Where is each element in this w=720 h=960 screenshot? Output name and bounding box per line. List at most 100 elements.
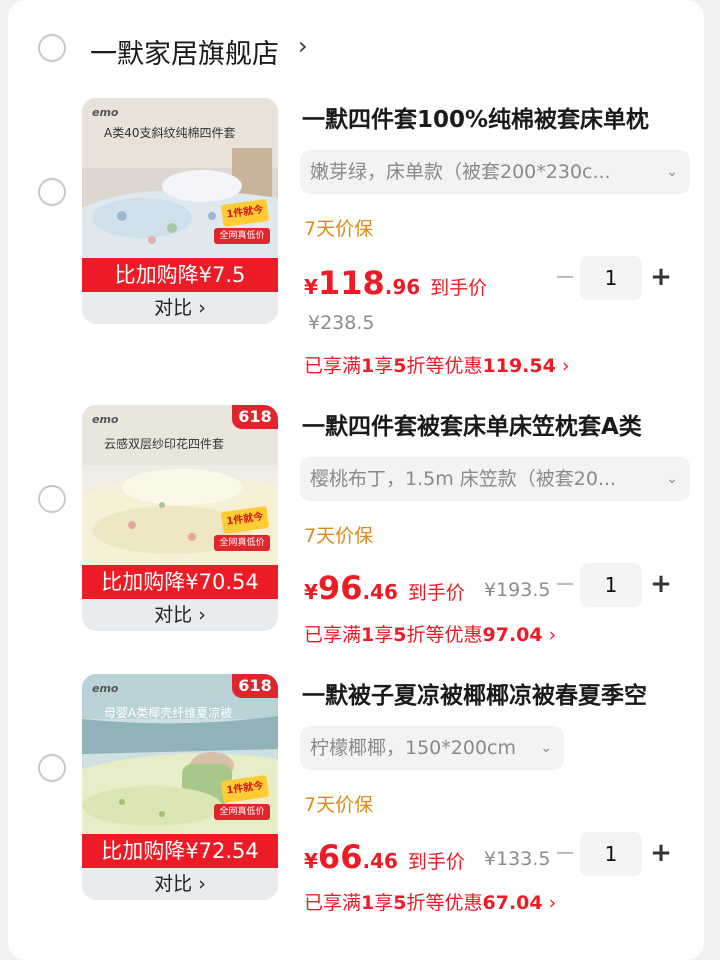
cart-store-card: 一默家居旗舰店 › emo A类40支斜纹纯棉四件套 1件就今天! 全网真低价 …: [8, 0, 704, 960]
image-caption: 云感双层纱印花四件套: [104, 437, 225, 451]
compare-button[interactable]: 对比 ›: [82, 868, 278, 900]
image-tag-lowprice: 全网真低价: [214, 535, 270, 551]
price-integer: 66: [317, 838, 363, 876]
discount-amount: 97.04: [482, 624, 543, 646]
final-price: ¥96.46 到手价: [304, 569, 465, 607]
chevron-right-icon[interactable]: ›: [298, 32, 308, 60]
plus-icon[interactable]: +: [648, 569, 674, 599]
price-decimal: .96: [384, 275, 421, 299]
store-select-radio[interactable]: [38, 34, 66, 62]
promo-price-drop: 比加购降¥7.5: [82, 258, 278, 292]
compare-button[interactable]: 对比 ›: [82, 599, 278, 631]
final-price-label: 到手价: [430, 277, 488, 299]
discount-num2: 5: [393, 892, 407, 914]
currency-symbol: ¥: [304, 849, 318, 873]
product-thumbnail[interactable]: emo 618 母婴A类椰壳纤维夏凉被 1件就今天! 全网真低价 比加购降¥72…: [82, 674, 278, 900]
price-decimal: .46: [362, 580, 398, 604]
badge-618: 618: [232, 674, 278, 698]
price-guarantee-tag[interactable]: 7天价保: [304, 214, 373, 241]
final-price-label: 到手价: [407, 851, 465, 873]
item-select-radio[interactable]: [38, 754, 66, 782]
product-thumbnail[interactable]: emo 618 云感双层纱印花四件套 1件就今天! 全网真低价 比加购降¥70.…: [82, 405, 278, 631]
chevron-down-icon: ⌄: [666, 164, 678, 180]
image-caption: 母婴A类椰壳纤维夏凉被: [104, 706, 233, 720]
quantity-value[interactable]: 1: [580, 832, 642, 876]
discount-mid1: 享: [374, 355, 394, 377]
chevron-right-icon: ›: [561, 355, 570, 377]
discount-num1: 1: [361, 624, 375, 646]
discount-amount: 67.04: [482, 892, 543, 914]
brand-logo: emo: [92, 682, 119, 695]
discount-mid1: 享: [374, 624, 394, 646]
price-integer: 118: [317, 264, 385, 302]
currency-symbol: ¥: [304, 580, 318, 604]
image-tag-lowprice: 全网真低价: [214, 804, 270, 820]
store-name[interactable]: 一默家居旗舰店: [90, 32, 279, 71]
discount-info[interactable]: 已享满1享5折等优惠67.04 ›: [304, 888, 556, 915]
final-price: ¥66.46 到手价: [304, 838, 465, 876]
discount-prefix: 已享满: [304, 892, 362, 914]
discount-info[interactable]: 已享满1享5折等优惠119.54 ›: [304, 351, 570, 378]
spec-text: 柠檬椰椰，150*200cm: [310, 737, 516, 759]
quantity-stepper[interactable]: − 1 +: [546, 832, 676, 876]
plus-icon[interactable]: +: [648, 838, 674, 868]
product-title[interactable]: 一默四件套被套床单床笠枕套A类: [302, 407, 682, 441]
spec-selector[interactable]: 樱桃布丁，1.5m 床笠款（被套20... ⌄: [300, 457, 690, 501]
promo-price-drop: 比加购降¥72.54: [82, 834, 278, 868]
product-title[interactable]: 一默四件套100%纯棉被套床单枕: [302, 100, 682, 134]
product-title[interactable]: 一默被子夏凉被椰椰凉被春夏季空: [302, 676, 682, 710]
chevron-right-icon: ›: [548, 624, 557, 646]
currency-symbol: ¥: [304, 275, 318, 299]
final-price: ¥118.96 到手价: [304, 264, 487, 302]
quantity-stepper[interactable]: − 1 +: [546, 256, 676, 300]
discount-num2: 5: [393, 355, 407, 377]
price-decimal: .46: [362, 849, 398, 873]
discount-prefix: 已享满: [304, 355, 362, 377]
discount-num1: 1: [361, 355, 375, 377]
spec-text: 嫩芽绿，床单款（被套200*230c...: [310, 161, 611, 183]
item-select-radio[interactable]: [38, 178, 66, 206]
brand-logo: emo: [92, 106, 119, 119]
promo-price-drop: 比加购降¥70.54: [82, 565, 278, 599]
product-thumbnail[interactable]: emo A类40支斜纹纯棉四件套 1件就今天! 全网真低价 比加购降¥7.5 对…: [82, 98, 278, 324]
original-price: ¥193.5: [484, 579, 551, 601]
image-tag-lowprice: 全网真低价: [214, 228, 270, 244]
price-guarantee-tag[interactable]: 7天价保: [304, 521, 373, 548]
brand-logo: emo: [92, 413, 119, 426]
chevron-down-icon: ⌄: [540, 740, 552, 756]
discount-mid2: 折等优惠: [406, 624, 483, 646]
quantity-value[interactable]: 1: [580, 256, 642, 300]
cart-item-2: emo 618 云感双层纱印花四件套 1件就今天! 全网真低价 比加购降¥70.…: [8, 405, 704, 655]
quantity-value[interactable]: 1: [580, 563, 642, 607]
original-price: ¥133.5: [484, 848, 551, 870]
chevron-down-icon: ⌄: [666, 471, 678, 487]
plus-icon[interactable]: +: [648, 262, 674, 292]
spec-text: 樱桃布丁，1.5m 床笠款（被套20...: [310, 468, 617, 490]
original-price: ¥238.5: [308, 312, 375, 334]
minus-icon[interactable]: −: [552, 838, 578, 868]
price-integer: 96: [317, 569, 363, 607]
discount-prefix: 已享满: [304, 624, 362, 646]
discount-mid1: 享: [374, 892, 394, 914]
discount-num1: 1: [361, 892, 375, 914]
discount-mid2: 折等优惠: [406, 892, 483, 914]
quantity-stepper[interactable]: − 1 +: [546, 563, 676, 607]
image-caption: A类40支斜纹纯棉四件套: [104, 126, 236, 140]
discount-info[interactable]: 已享满1享5折等优惠97.04 ›: [304, 620, 556, 647]
chevron-right-icon: ›: [548, 892, 557, 914]
minus-icon[interactable]: −: [552, 569, 578, 599]
badge-618: 618: [232, 405, 278, 429]
cart-item-3: emo 618 母婴A类椰壳纤维夏凉被 1件就今天! 全网真低价 比加购降¥72…: [8, 674, 704, 924]
spec-selector[interactable]: 柠檬椰椰，150*200cm ⌄: [300, 726, 564, 770]
price-guarantee-tag[interactable]: 7天价保: [304, 790, 373, 817]
final-price-label: 到手价: [407, 582, 465, 604]
store-header[interactable]: 一默家居旗舰店 ›: [8, 18, 704, 78]
minus-icon[interactable]: −: [552, 262, 578, 292]
compare-button[interactable]: 对比 ›: [82, 292, 278, 324]
discount-num2: 5: [393, 624, 407, 646]
spec-selector[interactable]: 嫩芽绿，床单款（被套200*230c... ⌄: [300, 150, 690, 194]
discount-mid2: 折等优惠: [406, 355, 483, 377]
cart-item-1: emo A类40支斜纹纯棉四件套 1件就今天! 全网真低价 比加购降¥7.5 对…: [8, 98, 704, 377]
item-select-radio[interactable]: [38, 485, 66, 513]
discount-amount: 119.54: [482, 355, 556, 377]
